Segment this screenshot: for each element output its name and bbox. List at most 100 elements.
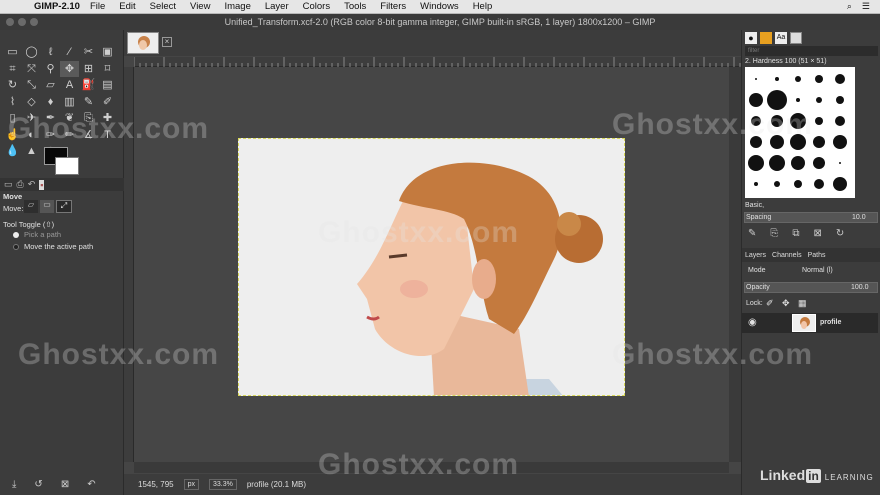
vertical-scrollbar[interactable] — [729, 67, 741, 462]
patterns-tab-icon[interactable] — [760, 32, 772, 44]
sharpen-icon[interactable]: ▲ — [22, 143, 41, 160]
image-canvas[interactable] — [238, 138, 625, 396]
menu-view[interactable]: View — [190, 1, 210, 12]
profile-photo — [239, 139, 624, 395]
move-layer-button[interactable]: ▱ — [24, 200, 38, 213]
menu-windows[interactable]: Windows — [420, 1, 459, 12]
layer-row[interactable]: ◉ profile — [742, 313, 878, 333]
delete-brush-icon[interactable]: ⊠ — [814, 228, 822, 242]
brush-icon[interactable]: ✐ — [98, 94, 117, 111]
dodge-icon[interactable]: ◐ — [22, 127, 41, 144]
lock-pixels-icon[interactable]: ✐ — [766, 298, 774, 309]
bucket-icon[interactable]: ⛽ — [79, 77, 98, 94]
search-icon[interactable]: ⌕ — [847, 1, 852, 12]
move-path-radio[interactable] — [13, 244, 19, 250]
pencil-icon[interactable]: ✎ — [79, 94, 98, 111]
tab-paths[interactable]: Paths — [808, 252, 826, 259]
cage-icon[interactable]: ◇ — [22, 94, 41, 111]
lock-alpha-icon[interactable]: ▦ — [798, 298, 807, 309]
text-icon[interactable]: A — [60, 77, 79, 94]
images-tab-icon[interactable]: ▪ — [39, 179, 45, 190]
brush-preview — [835, 116, 845, 126]
brush-grid[interactable] — [745, 67, 855, 198]
new-brush-icon[interactable]: ⎘ — [770, 228, 778, 242]
unified-transform-icon[interactable]: ⤧ — [22, 61, 41, 78]
warp-icon[interactable]: ⌇ — [3, 94, 22, 111]
menu-colors[interactable]: Colors — [303, 1, 330, 12]
fill-icon[interactable]: ♦ — [41, 94, 60, 111]
align-icon[interactable]: ⊞ — [79, 61, 98, 78]
refresh-brush-icon[interactable]: ↻ — [836, 228, 844, 242]
save-options-icon[interactable]: ⤓ — [12, 479, 16, 490]
blur-icon[interactable]: 💧 — [3, 143, 22, 160]
duplicate-brush-icon[interactable]: ⧉ — [792, 228, 799, 242]
close-tab-icon[interactable]: × — [162, 37, 172, 47]
brushes-tab-icon[interactable]: ● — [745, 32, 757, 44]
measure-icon[interactable]: ∡ — [79, 127, 98, 144]
menu-tools[interactable]: Tools — [344, 1, 366, 12]
mypaint-icon[interactable]: ❦ — [60, 110, 79, 127]
window-controls[interactable] — [6, 18, 38, 26]
brush-preview — [775, 77, 779, 81]
edit-brush-icon[interactable]: ✎ — [748, 228, 756, 242]
scissors-icon[interactable]: ✂ — [79, 44, 98, 61]
background-color[interactable] — [55, 157, 79, 175]
undo-history-tab-icon[interactable]: ↶ — [28, 179, 36, 190]
delete-options-icon[interactable]: ⊠ — [61, 479, 69, 490]
ellipse-select-icon[interactable]: ◯ — [22, 44, 41, 61]
airbrush-icon[interactable]: ✈ — [22, 110, 41, 127]
gradients-tab-icon[interactable] — [790, 32, 802, 44]
unit-select[interactable]: px — [183, 479, 199, 490]
horizontal-scrollbar[interactable] — [134, 462, 729, 473]
brush-filter-input[interactable]: filter — [745, 46, 878, 56]
menu-edit[interactable]: Edit — [119, 1, 135, 12]
menu-file[interactable]: File — [90, 1, 105, 12]
heal-icon[interactable]: ✚ — [98, 110, 117, 127]
free-select-icon[interactable]: ℓ — [41, 44, 60, 61]
lock-position-icon[interactable]: ✥ — [782, 298, 790, 309]
brush-tag[interactable]: Basic, — [745, 202, 764, 209]
tool-options-tab-icon[interactable]: ▭ — [4, 179, 13, 190]
eraser-icon[interactable]: ▯ — [3, 110, 22, 127]
layer-name[interactable]: profile — [820, 319, 841, 326]
mode-select[interactable]: Normal (l) — [802, 267, 833, 274]
reset-options-icon[interactable]: ↶ — [87, 479, 95, 490]
tab-channels[interactable]: Channels — [772, 252, 802, 259]
crop-icon[interactable]: ⌗ — [3, 61, 22, 78]
brush-preview — [833, 177, 847, 191]
blend-icon[interactable]: ▤ — [98, 77, 117, 94]
gradient-icon[interactable]: ▥ — [60, 94, 79, 111]
clone-icon[interactable]: ⎘ — [79, 110, 98, 127]
menu-layer[interactable]: Layer — [265, 1, 289, 12]
foreground-select-icon[interactable]: ▣ — [98, 44, 117, 61]
pick-path-radio[interactable] — [13, 232, 19, 238]
menu-image[interactable]: Image — [224, 1, 250, 12]
tab-layers[interactable]: Layers — [745, 252, 766, 259]
image-tab-thumbnail[interactable] — [127, 32, 159, 54]
scale-icon[interactable]: ⤡ — [22, 77, 41, 94]
move-selection-button[interactable]: ▭ — [40, 200, 54, 213]
wand-icon[interactable]: ⁄ — [60, 44, 79, 61]
shear-icon[interactable]: ▱ — [41, 77, 60, 94]
menu-help[interactable]: Help — [473, 1, 493, 12]
rotate-icon[interactable]: ↻ — [3, 77, 22, 94]
device-status-tab-icon[interactable]: ⎙ — [17, 179, 24, 190]
app-menu[interactable]: GIMP-2.10 — [34, 1, 80, 12]
smudge-icon[interactable]: ☝ — [3, 127, 22, 144]
crop-tool-icon[interactable]: ⌑ — [98, 61, 117, 78]
rect-select-icon[interactable]: ▭ — [3, 44, 22, 61]
zoom-select[interactable]: 33.3% — [209, 479, 237, 490]
menu-select[interactable]: Select — [150, 1, 176, 12]
text-tool-icon[interactable]: T — [98, 127, 117, 144]
path-icon[interactable]: ✑ — [41, 127, 60, 144]
menu-filters[interactable]: Filters — [380, 1, 406, 12]
eye-icon[interactable]: ◉ — [748, 317, 757, 328]
restore-options-icon[interactable]: ↺ — [34, 479, 42, 490]
move-icon[interactable]: ✥ — [60, 60, 79, 77]
color-picker-icon[interactable]: ✏ — [60, 127, 79, 144]
list-icon[interactable]: ☰ — [862, 1, 870, 12]
zoom-icon[interactable]: ⚲ — [41, 61, 60, 78]
move-path-button[interactable]: ⤢ — [56, 200, 72, 213]
ink-icon[interactable]: ✒ — [41, 110, 60, 127]
fonts-tab-icon[interactable]: Aa — [775, 32, 787, 44]
